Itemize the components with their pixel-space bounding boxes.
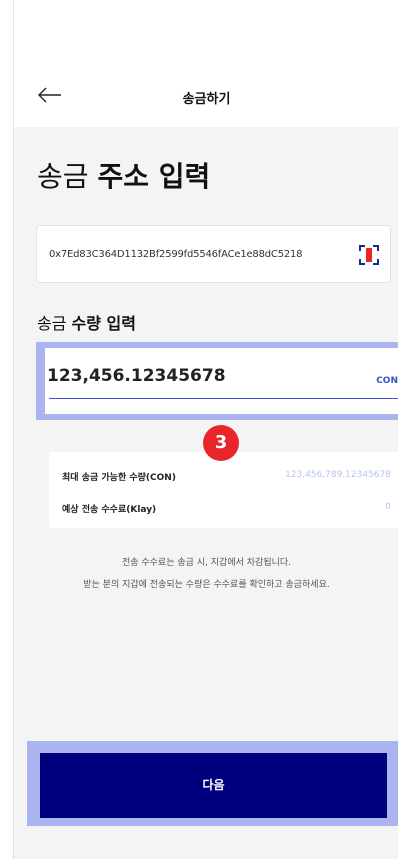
info-card: 최대 송금 가능한 수량(CON) 123,456,789.12345678 예… <box>49 452 398 528</box>
fee-value: 0 <box>385 502 391 512</box>
next-button[interactable]: 다음 <box>40 753 387 818</box>
step-badge: 3 <box>203 425 239 461</box>
app-header: 송금하기 <box>14 0 398 127</box>
address-input[interactable]: 0x7Ed83C364D1132Bf2599fd5546fACe1e88dC52… <box>36 225 391 283</box>
next-highlight: 다음 <box>27 741 398 826</box>
fee-label: 예상 전송 수수료(Klay) <box>62 505 157 515</box>
fee-note: 전송 수수료는 송금 시, 지갑에서 차감됩니다. <box>121 558 292 568</box>
amount-title-bold: 수량 입력 <box>71 314 136 333</box>
qr-scan-icon <box>359 245 379 265</box>
amount-title-prefix: 송금 <box>37 314 67 333</box>
address-value: 0x7Ed83C364D1132Bf2599fd5546fACe1e88dC52… <box>49 249 303 260</box>
amount-underline <box>49 398 398 399</box>
address-title-bold: 주소 입력 <box>97 160 211 193</box>
address-section-title: 송금 주소 입력 <box>37 155 210 195</box>
qr-scan-button[interactable] <box>358 244 380 266</box>
max-amount-value: 123,456,789.12345678 <box>285 470 391 480</box>
amount-input[interactable]: 123,456.12345678 CON <box>45 348 398 414</box>
page-title: 송금하기 <box>182 92 231 107</box>
address-title-prefix: 송금 <box>37 160 89 193</box>
amount-value: 123,456.12345678 <box>47 366 226 386</box>
amount-section-title: 송금 수량 입력 <box>37 310 136 334</box>
amount-highlight: 123,456.12345678 CON <box>36 342 398 420</box>
max-amount-label: 최대 송금 가능한 수량(CON) <box>62 473 176 483</box>
screen-frame: 송금하기 송금 주소 입력 0x7Ed83C364D1132Bf2599fd55… <box>13 0 398 859</box>
confirm-note: 받는 분의 지갑에 전송되는 수량은 수수료를 확인하고 송금하세요. <box>83 580 330 590</box>
amount-unit: CON <box>376 376 398 386</box>
